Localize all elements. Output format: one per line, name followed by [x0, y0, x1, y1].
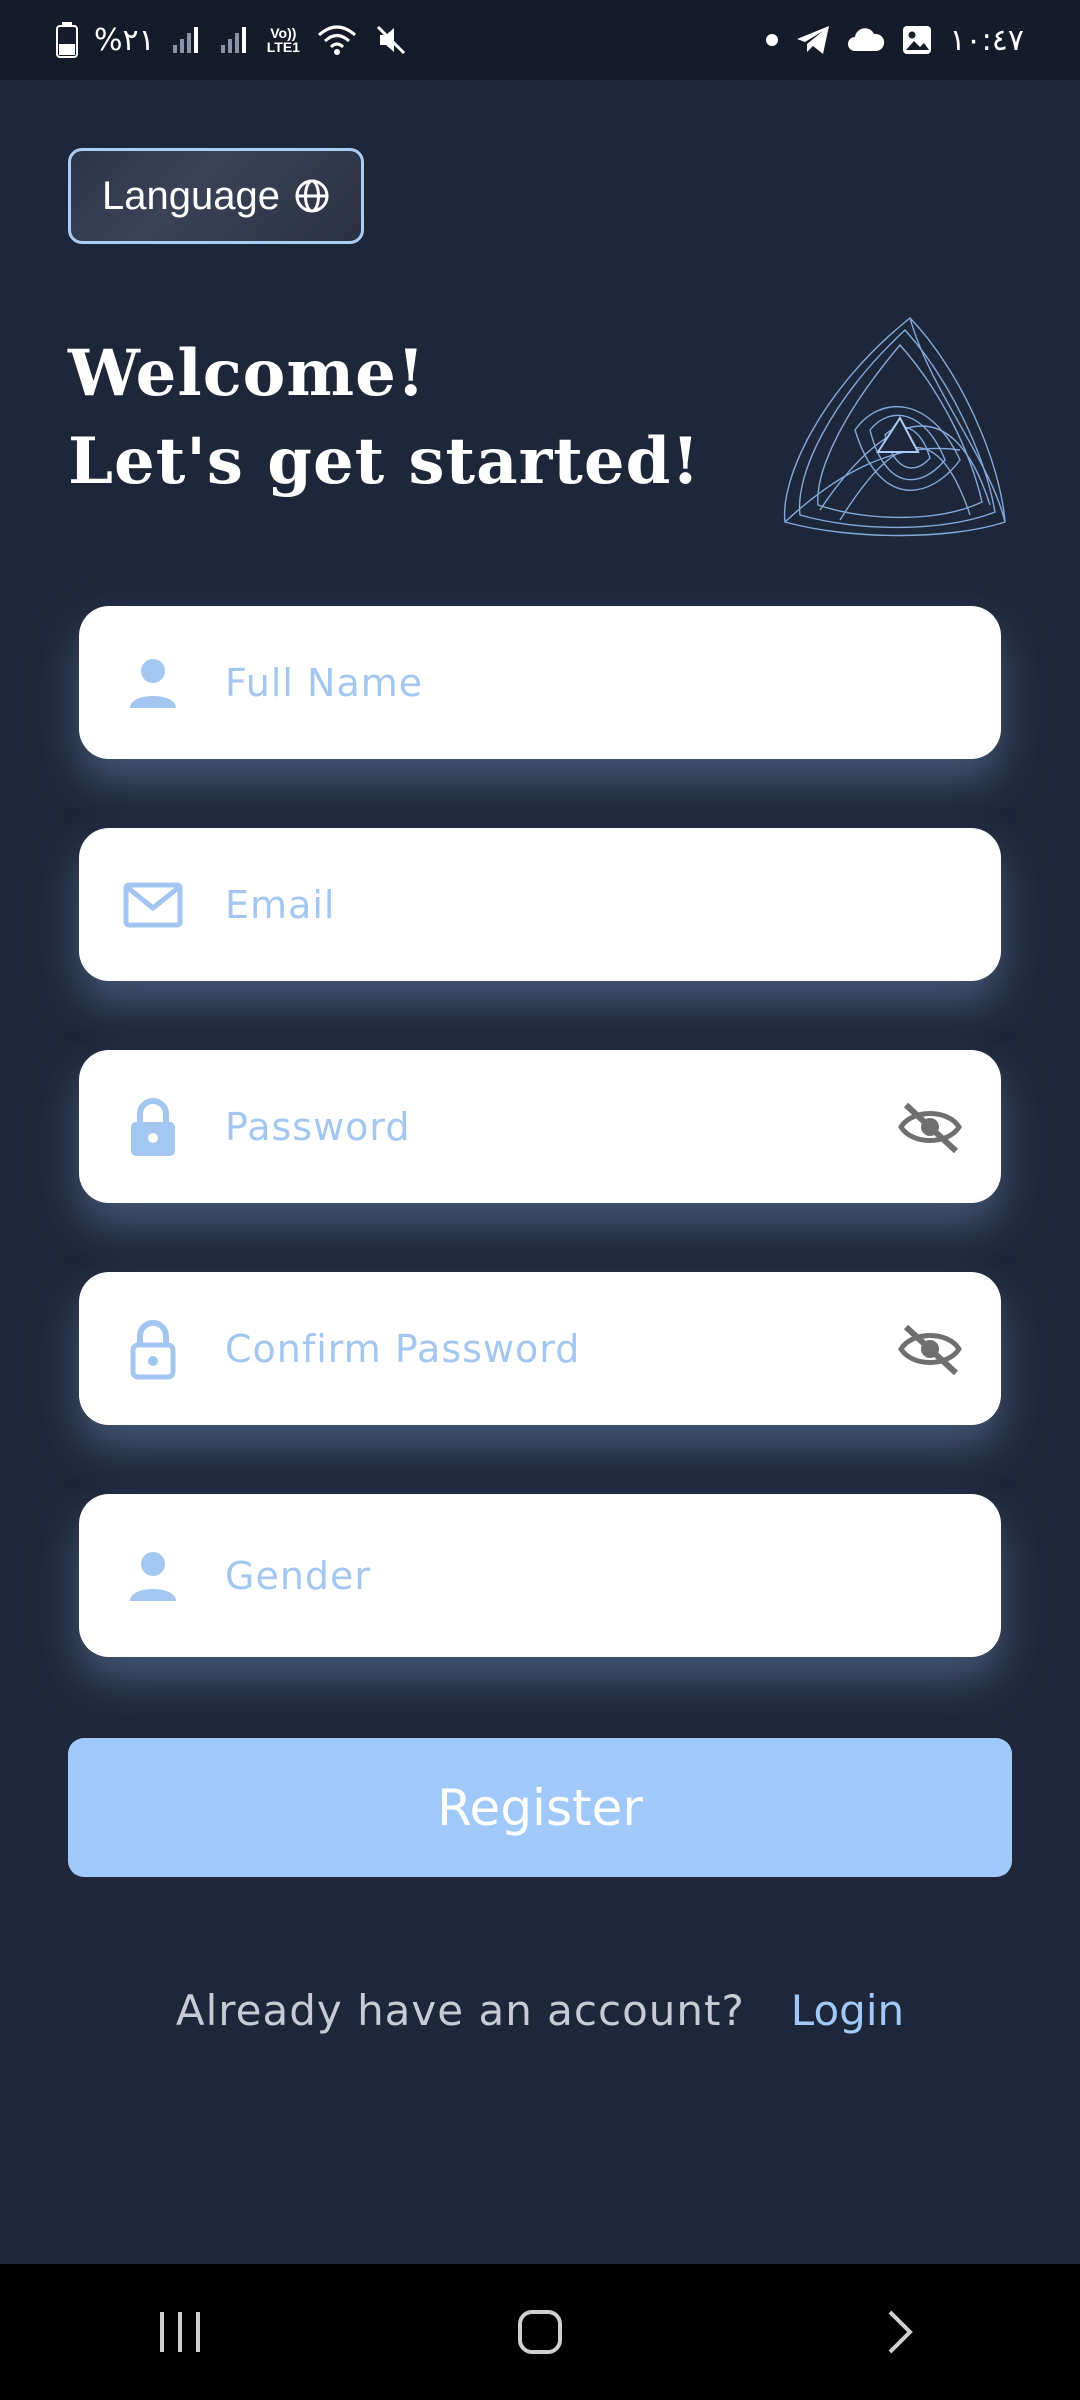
volte-lte-label: Vo)) LTE1: [266, 25, 300, 55]
lock-icon: [115, 1089, 191, 1165]
full-name-input[interactable]: [225, 606, 905, 759]
gender-input[interactable]: [225, 1494, 905, 1657]
login-link[interactable]: Login: [791, 1986, 904, 2035]
eye-off-icon[interactable]: [895, 1314, 965, 1384]
email-field[interactable]: [79, 828, 1001, 981]
home-icon[interactable]: [480, 2292, 600, 2372]
welcome-headline: Welcome! Let's get started!: [68, 330, 700, 506]
mail-icon: [115, 867, 191, 943]
language-button[interactable]: Language: [68, 148, 364, 244]
wifi-icon: [316, 20, 358, 60]
battery-icon: [56, 20, 78, 60]
app-logo: [760, 300, 1020, 550]
dot-icon: [765, 20, 779, 60]
clock: ١٠:٤٧: [949, 22, 1024, 58]
full-name-field[interactable]: [79, 606, 1001, 759]
cloud-icon: [847, 20, 885, 60]
signal-icon-2: [219, 20, 251, 60]
login-question: Already have an account?: [175, 1985, 745, 2035]
eye-off-icon[interactable]: [895, 1092, 965, 1162]
person-icon: [115, 645, 191, 721]
headline-line-1: Welcome!: [68, 336, 426, 411]
login-prompt: Already have an account? Login: [0, 1980, 1080, 2040]
gender-field[interactable]: [79, 1494, 1001, 1657]
lock-outline-icon: [115, 1311, 191, 1387]
password-input[interactable]: [225, 1050, 905, 1203]
confirm-password-field[interactable]: [79, 1272, 1001, 1425]
telegram-icon: [795, 20, 831, 60]
password-field[interactable]: [79, 1050, 1001, 1203]
globe-icon: [294, 178, 330, 214]
headline-line-2: Let's get started!: [68, 424, 701, 499]
back-icon[interactable]: [840, 2292, 960, 2372]
person-icon: [115, 1538, 191, 1614]
confirm-password-input[interactable]: [225, 1272, 905, 1425]
status-bar: %٢١ Vo)) LTE1 ١٠:٤٧: [0, 0, 1080, 80]
battery-percent: %٢١: [94, 22, 155, 58]
signal-icon-1: [171, 20, 203, 60]
status-left: %٢١ Vo)) LTE1: [56, 20, 408, 60]
register-button[interactable]: Register: [68, 1738, 1012, 1877]
mute-icon: [374, 20, 408, 60]
navigation-bar: [0, 2264, 1080, 2400]
recent-apps-icon[interactable]: [120, 2292, 240, 2372]
image-icon: [901, 20, 933, 60]
status-right: ١٠:٤٧: [765, 20, 1024, 60]
email-input[interactable]: [225, 828, 905, 981]
language-label: Language: [102, 173, 280, 218]
